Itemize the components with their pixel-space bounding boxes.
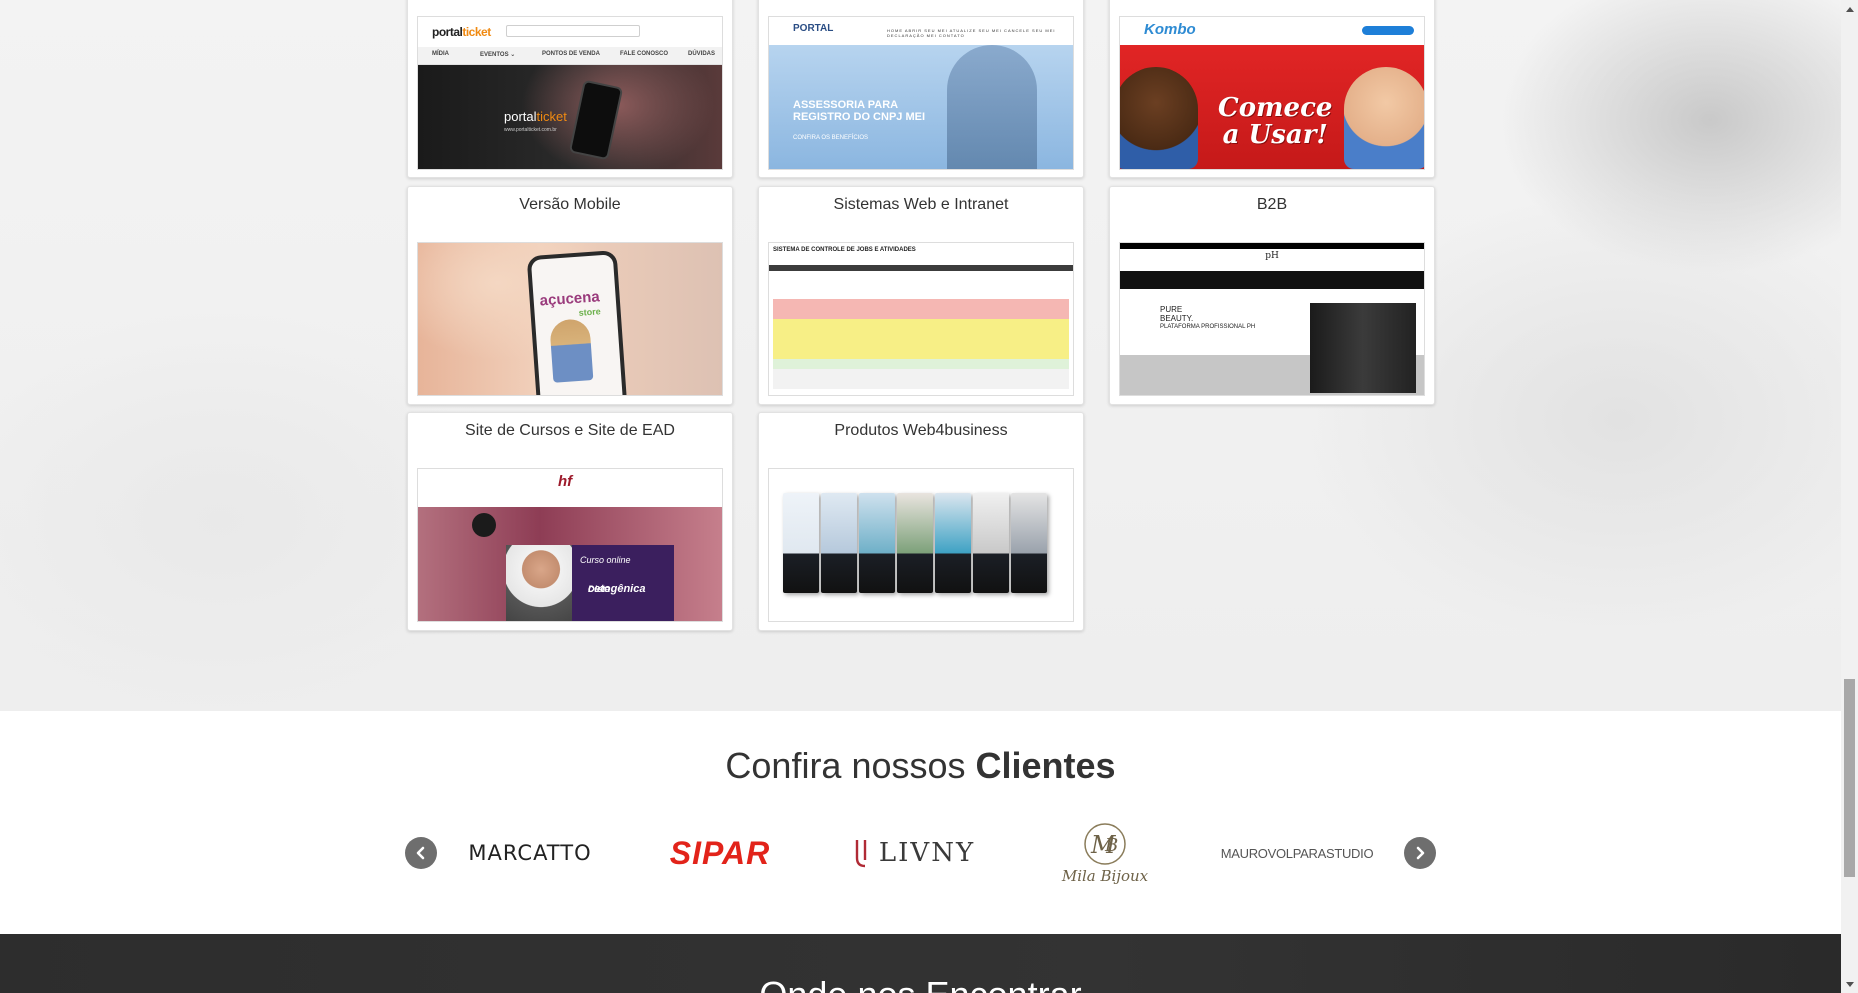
thumb-headline: PURE BEAUTY. PLATAFORMA PROFISSIONAL PH — [1160, 305, 1256, 330]
card-title: Site de Cursos e Site de EAD — [465, 422, 675, 439]
table-row — [773, 339, 1069, 349]
thumb-search-box — [506, 25, 640, 37]
card-title: Produtos Web4business — [834, 422, 1008, 439]
badge-image — [472, 513, 496, 537]
thumb-logo: Kombo — [1144, 21, 1196, 38]
card-title: Sistemas Web e Intranet — [833, 196, 1009, 213]
phone-image: açucena store — [526, 250, 628, 395]
thumb-toolbar — [769, 265, 1073, 271]
thumb-topbar — [1120, 243, 1424, 249]
scrollbar-thumb[interactable] — [1844, 679, 1855, 877]
portfolio-thumb-b2b[interactable]: pH PURE BEAUTY. PLATAFORMA PROFISSIONAL … — [1119, 242, 1425, 396]
scroll-down-arrow-icon — [1845, 981, 1854, 987]
mila-bijoux-monogram-icon: M B — [1084, 823, 1126, 865]
portfolio-card-cursos-ead[interactable]: Site de Cursos e Site de EAD hf Curso on… — [407, 412, 733, 631]
table-row — [773, 329, 1069, 339]
portfolio-card-portal-mei[interactable]: PORTAL HOME ABRIR SEU MEI ATUALIZE SEU M… — [758, 0, 1084, 178]
portfolio-thumb-mobile[interactable]: açucena store — [417, 242, 723, 396]
portfolio-card-versao-mobile[interactable]: Versão Mobile açucena store — [407, 186, 733, 405]
table-row — [773, 369, 1069, 379]
person-image — [947, 45, 1037, 169]
portfolio-thumb-ead[interactable]: hf Curso online Dieta cetogênica — [417, 468, 723, 622]
product-box-image — [859, 493, 895, 593]
portfolio-card-kombo[interactable]: Kombo Comece a Usar! — [1109, 0, 1435, 178]
scroll-down-button[interactable] — [1841, 976, 1858, 993]
table-row — [773, 349, 1069, 359]
thumb-cta: CONFIRA OS BENEFÍCIOS — [793, 135, 869, 141]
clients-title: Confira nossos Clientes — [725, 745, 1116, 786]
person-image — [506, 545, 576, 621]
location-section: Onde nos Encontrar — [0, 934, 1841, 993]
product-box-image — [897, 493, 933, 593]
thumb-brand: açucena store — [539, 288, 602, 318]
carousel-next-button[interactable] — [1404, 837, 1436, 869]
model-image — [549, 318, 594, 383]
kid-image — [1120, 67, 1198, 169]
portfolio-card-portalticket[interactable]: portalticket MÍDIA EVENTOS ⌄ PONTOS DE V… — [407, 0, 733, 178]
portfolio-card-b2b[interactable]: B2B pH PURE BEAUTY. PLATAFORMA PROFISSIO… — [1109, 186, 1435, 405]
portfolio-thumb-portal-mei[interactable]: PORTAL HOME ABRIR SEU MEI ATUALIZE SEU M… — [768, 16, 1074, 170]
portfolio-thumb-portalticket[interactable]: portalticket MÍDIA EVENTOS ⌄ PONTOS DE V… — [417, 16, 723, 170]
thumb-hero-brand: portalticket — [504, 109, 567, 124]
chevron-right-icon — [1416, 846, 1425, 860]
vertical-scrollbar[interactable] — [1841, 0, 1858, 993]
table-row — [773, 359, 1069, 369]
product-box-image — [821, 493, 857, 593]
product-box-image — [973, 493, 1009, 593]
page: portalticket MÍDIA EVENTOS ⌄ PONTOS DE V… — [0, 0, 1841, 993]
thumb-logo: hf — [558, 473, 573, 490]
livny-mark-icon — [855, 840, 867, 868]
scroll-up-arrow-icon — [1845, 6, 1854, 12]
thumb-logo: PORTAL — [793, 23, 834, 34]
location-title: Onde nos Encontrar — [0, 974, 1841, 993]
kid-image — [1344, 67, 1424, 169]
thumb-course-banner: Curso online Dieta cetogênica — [572, 545, 674, 621]
scroll-up-button[interactable] — [1841, 0, 1858, 17]
product-box-image — [1011, 493, 1047, 593]
portfolio-section: portalticket MÍDIA EVENTOS ⌄ PONTOS DE V… — [0, 0, 1841, 711]
portfolio-card-sistemas-web[interactable]: Sistemas Web e Intranet SISTEMA DE CONTR… — [758, 186, 1084, 405]
thumb-logo: pH — [1265, 251, 1279, 261]
client-logo-maurovolpara[interactable]: MAUROVOLPARASTUDIO — [1221, 811, 1374, 895]
thumb-hero: portalticket www.portalticket.com.br — [418, 65, 722, 169]
portfolio-thumb-produtos[interactable] — [768, 468, 1074, 622]
table-row — [773, 319, 1069, 329]
thumb-logo: portalticket — [432, 25, 491, 39]
svg-text:B: B — [1104, 835, 1118, 856]
clients-section: Confira nossos Clientes MARCATTO SIPAR L… — [0, 711, 1841, 934]
thumb-hero-url: www.portalticket.com.br — [504, 127, 557, 133]
storefront-image — [1310, 303, 1416, 393]
thumb-button — [1362, 26, 1414, 35]
portfolio-thumb-jobs[interactable]: SISTEMA DE CONTROLE DE JOBS E ATIVIDADES — [768, 242, 1074, 396]
thumb-login-bar — [1120, 271, 1424, 289]
thumb-nav: HOME ABRIR SEU MEI ATUALIZE SEU MEI CANC… — [887, 28, 1056, 38]
product-box-image — [783, 493, 819, 593]
card-title: Versão Mobile — [519, 196, 621, 213]
client-logo-sipar[interactable]: SIPAR — [645, 811, 795, 895]
chevron-left-icon — [416, 846, 425, 860]
portfolio-thumb-kombo[interactable]: Kombo Comece a Usar! — [1119, 16, 1425, 170]
client-logo-marcatto[interactable]: MARCATTO — [455, 811, 605, 895]
card-title: B2B — [1256, 196, 1288, 213]
thumb-headline: ASSESSORIA PARA REGISTRO DO CNPJ MEI — [793, 99, 926, 123]
thumb-slogan: Comece a Usar! — [1218, 93, 1333, 150]
client-logo-mila-bijoux[interactable]: M B Mila Bijoux — [1040, 811, 1170, 895]
table-row — [773, 309, 1069, 319]
carousel-prev-button[interactable] — [405, 837, 437, 869]
product-box-image — [935, 493, 971, 593]
table-row — [773, 299, 1069, 309]
table-row — [773, 379, 1069, 389]
thumb-nav: MÍDIA EVENTOS ⌄ PONTOS DE VENDA FALE CON… — [418, 47, 722, 65]
portfolio-card-produtos[interactable]: Produtos Web4business — [758, 412, 1084, 631]
client-logo-livny[interactable]: LIVNY — [838, 811, 988, 895]
phone-image — [568, 79, 624, 161]
thumb-header: SISTEMA DE CONTROLE DE JOBS E ATIVIDADES — [773, 247, 916, 253]
